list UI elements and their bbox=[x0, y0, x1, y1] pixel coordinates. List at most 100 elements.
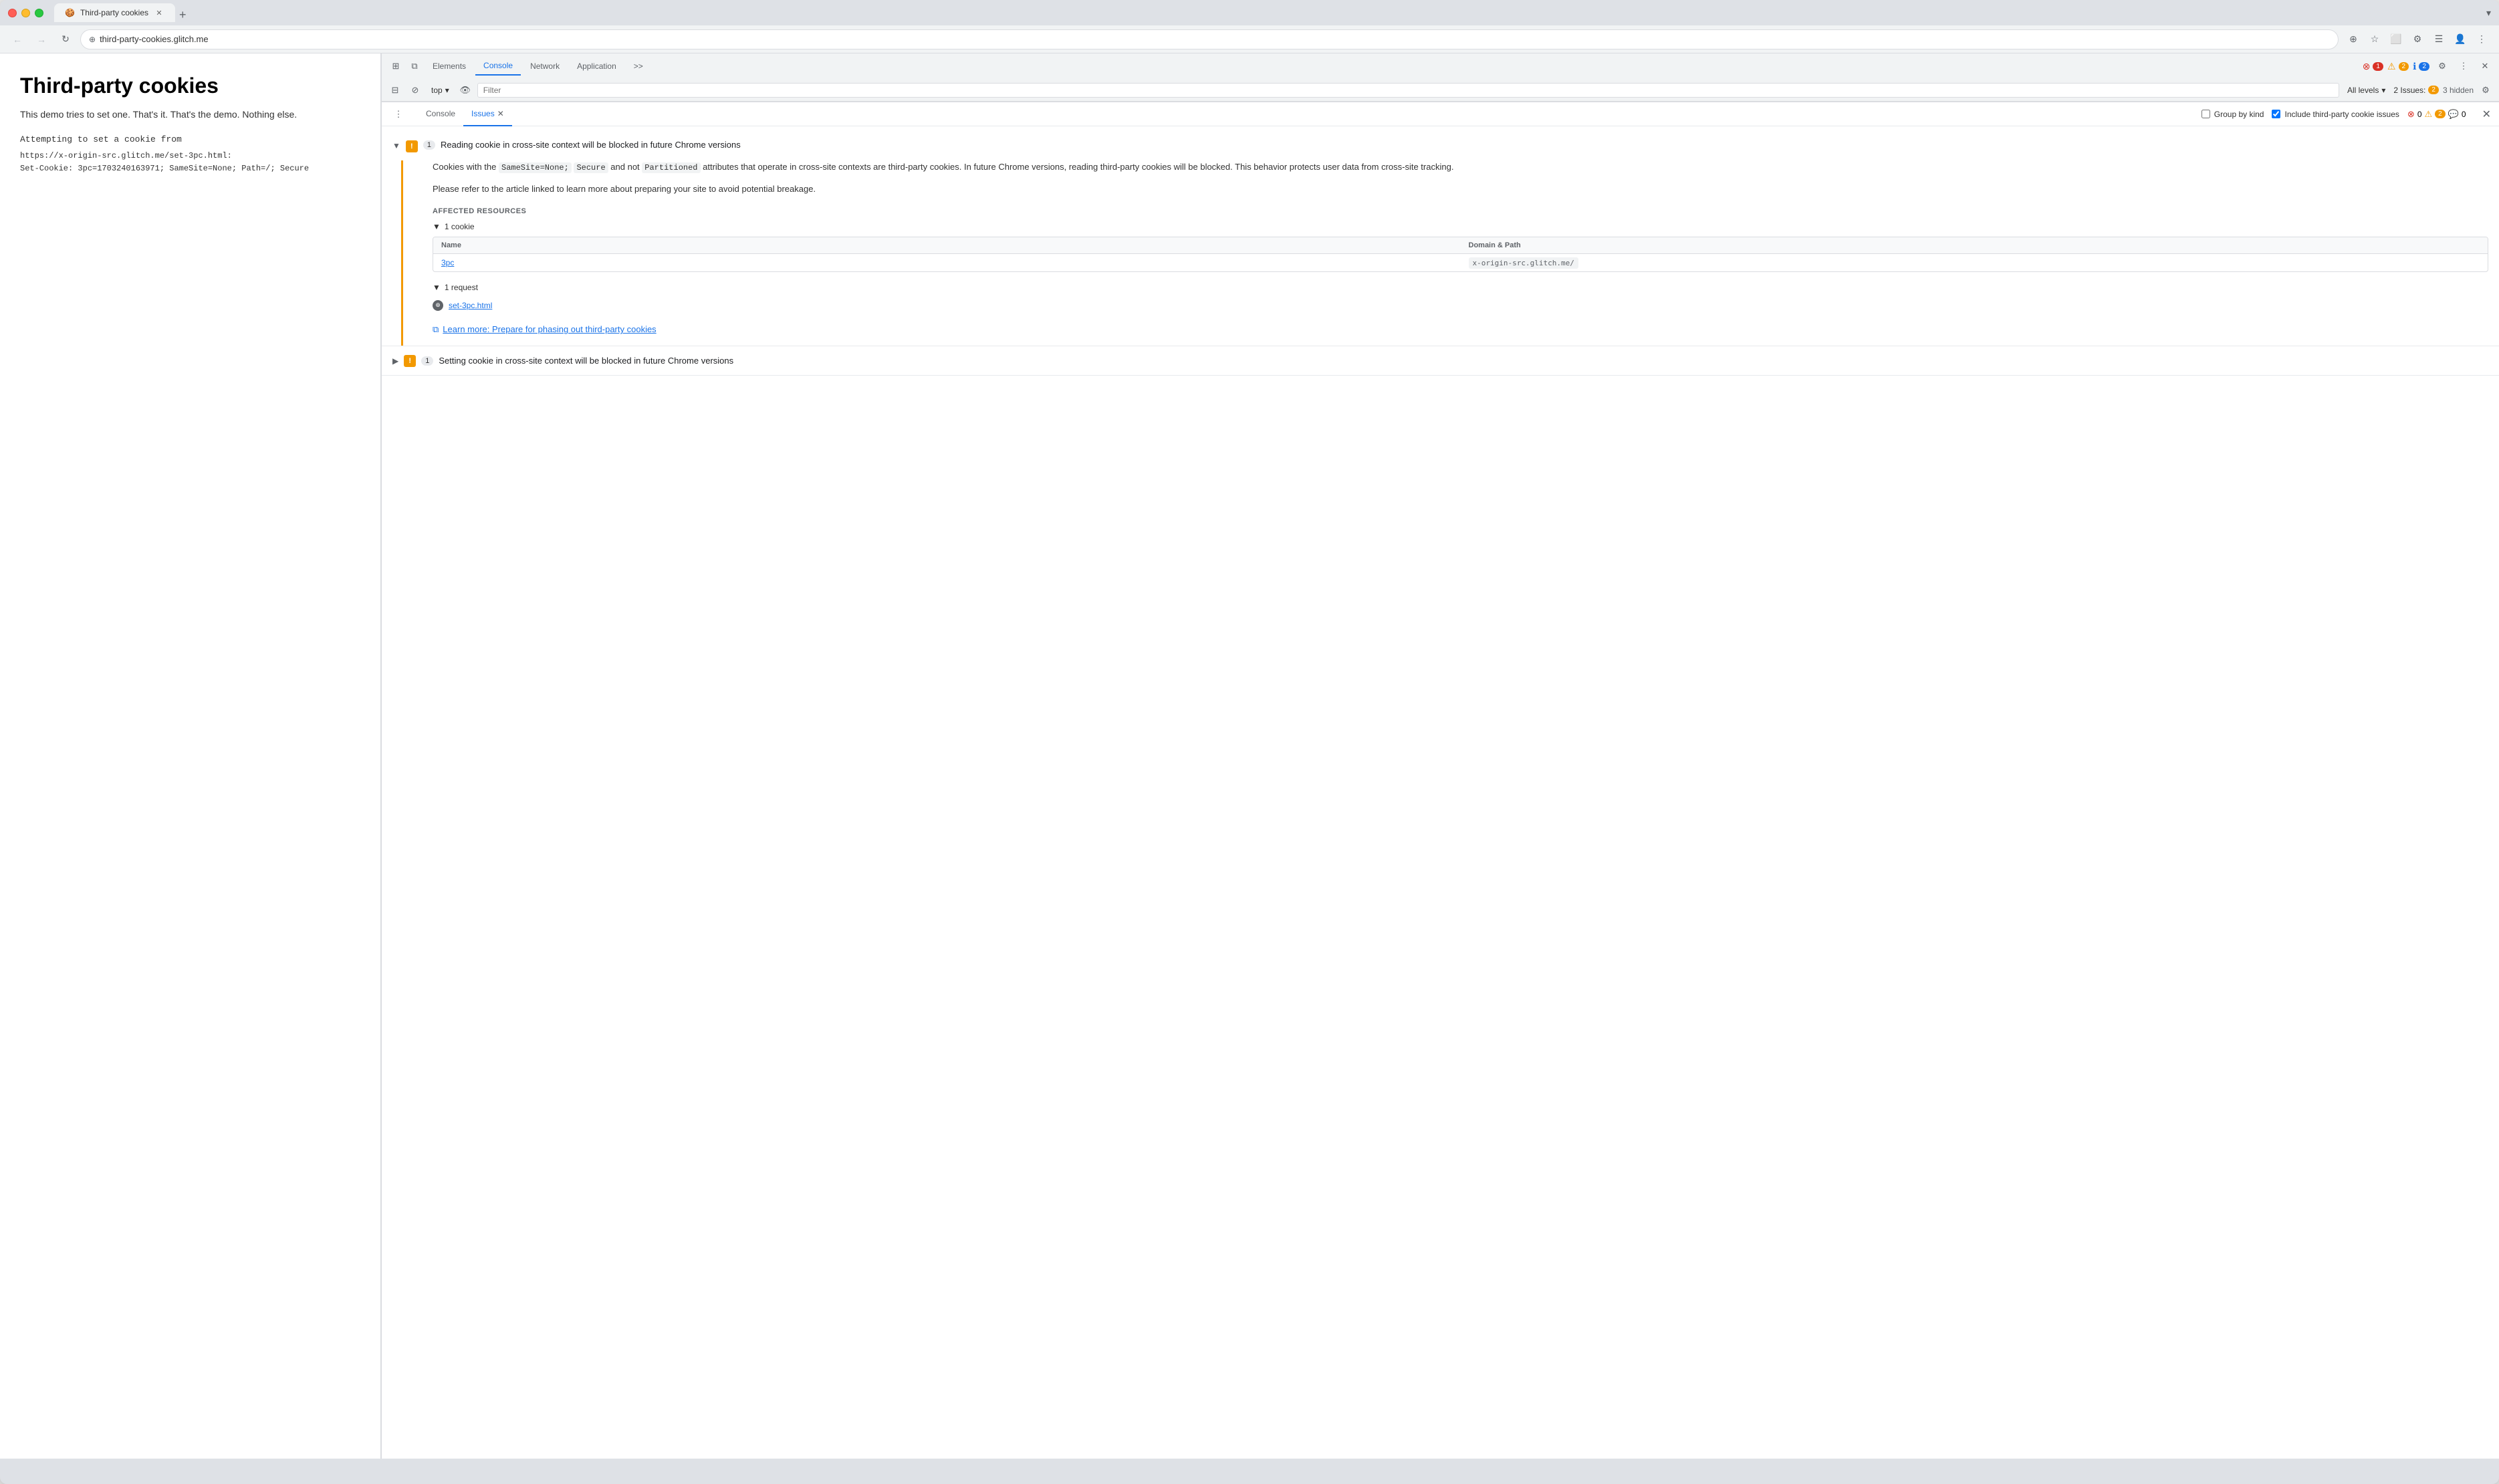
bookmark-button[interactable]: ☆ bbox=[2365, 30, 2384, 49]
request-toggle[interactable]: ▼ 1 request bbox=[433, 283, 2488, 292]
devtools-device-icon[interactable]: ⧉ bbox=[406, 57, 423, 75]
levels-label: All levels bbox=[2347, 86, 2379, 95]
issue-header-1[interactable]: ▼ ! 1 Reading cookie in cross-site conte… bbox=[382, 132, 2499, 160]
devtools-close-button[interactable]: ✕ bbox=[2476, 57, 2494, 75]
close-traffic-light[interactable] bbox=[8, 9, 17, 17]
address-bar[interactable]: ⊕ third-party-cookies.glitch.me bbox=[80, 29, 2339, 49]
console-toolbar: ⊟ ⊘ top ▾ 👁 All levels ▾ 2 Issues: 2 bbox=[382, 79, 2499, 102]
security-icon: ⊕ bbox=[89, 35, 96, 44]
group-by-kind-checkbox[interactable] bbox=[2202, 110, 2210, 118]
browser-tab[interactable]: 🍪 Third-party cookies ✕ bbox=[54, 3, 175, 22]
issue-title-1: Reading cookie in cross-site context wil… bbox=[441, 140, 2488, 150]
issue-count-2: 1 bbox=[421, 356, 433, 366]
context-selector[interactable]: top ▾ bbox=[427, 84, 453, 96]
screenshot-button[interactable]: ⬜ bbox=[2387, 30, 2405, 49]
tab-network[interactable]: Network bbox=[522, 57, 568, 75]
window-minimize-icon: ▾ bbox=[2486, 7, 2491, 19]
request-icon: ⊕ bbox=[433, 300, 443, 311]
forward-button[interactable]: → bbox=[32, 30, 51, 49]
toolbar-warn-badge: 2 bbox=[2428, 86, 2439, 94]
tab-application[interactable]: Application bbox=[569, 57, 624, 75]
issues-tab-close[interactable]: ✕ bbox=[497, 109, 504, 118]
cookie-toggle-icon: ▼ bbox=[433, 222, 441, 231]
profile-button[interactable]: 👤 bbox=[2451, 30, 2470, 49]
issues-content: ▼ ! 1 Reading cookie in cross-site conte… bbox=[382, 126, 2499, 1459]
settings-button[interactable]: ⚙ bbox=[2433, 57, 2451, 75]
clear-console[interactable]: ⊘ bbox=[407, 82, 423, 98]
eye-icon[interactable]: 👁 bbox=[457, 82, 473, 98]
webpage-content: Third-party cookies This demo tries to s… bbox=[0, 53, 381, 1459]
hidden-count: 3 hidden bbox=[2443, 86, 2474, 95]
error-count: 1 bbox=[2373, 62, 2383, 71]
include-third-party-checkbox[interactable] bbox=[2272, 110, 2280, 118]
code-secure: Secure bbox=[574, 162, 608, 173]
learn-more-anchor[interactable]: Learn more: Prepare for phasing out thir… bbox=[443, 324, 656, 334]
extension2-button[interactable]: ☰ bbox=[2429, 30, 2448, 49]
filter-input[interactable] bbox=[477, 83, 2339, 98]
request-resource-section: ▼ 1 request ⊕ set-3pc.html bbox=[433, 283, 2488, 314]
issues-tab[interactable]: Issues ✕ bbox=[463, 102, 512, 126]
menu-button[interactable]: ⋮ bbox=[2472, 30, 2491, 49]
request-toggle-icon: ▼ bbox=[433, 283, 441, 292]
issues-controls: Group by kind Include third-party cookie… bbox=[2202, 109, 2466, 120]
issue-count-1: 1 bbox=[423, 140, 435, 150]
levels-selector[interactable]: All levels ▾ bbox=[2343, 84, 2389, 96]
issues-count-display: 2 Issues: 2 bbox=[2393, 86, 2439, 95]
reload-button[interactable]: ↻ bbox=[56, 30, 75, 49]
devtools-tab-bar: ⊞ ⧉ Elements Console Network Application… bbox=[382, 53, 2499, 79]
devtools-inspect-icon[interactable]: ⊞ bbox=[387, 57, 404, 75]
cookie-row: 3pc x-origin-src.glitch.me/ bbox=[433, 254, 2488, 271]
tab-more[interactable]: >> bbox=[626, 57, 651, 75]
devtools-more-button[interactable]: ⋮ bbox=[2455, 57, 2472, 75]
col-domain-header: Domain & Path bbox=[1461, 237, 2488, 253]
log-url: https://x-origin-src.glitch.me/set-3pc.h… bbox=[20, 150, 360, 162]
issue-header-2[interactable]: ▶ ! 1 Setting cookie in cross-site conte… bbox=[382, 346, 2499, 375]
levels-dropdown-icon: ▾ bbox=[2381, 86, 2385, 95]
tab-title: Third-party cookies bbox=[80, 8, 148, 17]
page-description: This demo tries to set one. That's it. T… bbox=[20, 109, 360, 120]
minimize-traffic-light[interactable] bbox=[21, 9, 30, 17]
zoom-button[interactable]: ⊕ bbox=[2344, 30, 2363, 49]
issue-warn-icon-2: ! bbox=[404, 355, 416, 367]
issue-group-1: ▼ ! 1 Reading cookie in cross-site conte… bbox=[382, 132, 2499, 346]
error-badge-group: ⊗ 1 bbox=[2363, 61, 2383, 72]
request-link[interactable]: set-3pc.html bbox=[449, 301, 492, 310]
issue-description-1: Cookies with the SameSite=None; Secure a… bbox=[433, 160, 2488, 197]
back-button[interactable]: ← bbox=[8, 30, 27, 49]
issues-badge-group: ⊗ 0 ⚠ 2 💬 0 bbox=[2407, 109, 2466, 120]
info-count: 2 bbox=[2419, 62, 2429, 71]
issue-warn-icon: ! bbox=[406, 140, 418, 152]
code-samesite: SameSite=None; bbox=[499, 162, 572, 173]
cookie-name-link[interactable]: 3pc bbox=[441, 258, 454, 267]
issues-panel-close[interactable]: ✕ bbox=[2482, 108, 2491, 121]
warn-badge-group: ⚠ 2 bbox=[2387, 61, 2409, 72]
tab-elements[interactable]: Elements bbox=[425, 57, 474, 75]
tab-favicon: 🍪 bbox=[65, 8, 75, 17]
top-label: top bbox=[431, 86, 443, 95]
maximize-traffic-light[interactable] bbox=[35, 9, 43, 17]
issues-panel-menu[interactable]: ⋮ bbox=[390, 106, 407, 123]
affected-resources-label: AFFECTED RESOURCES bbox=[433, 207, 2488, 215]
page-heading: Third-party cookies bbox=[20, 74, 360, 98]
warn-count: 2 bbox=[2399, 62, 2409, 71]
issue-body-1: Cookies with the SameSite=None; Secure a… bbox=[401, 160, 2499, 346]
console-tab[interactable]: Console bbox=[418, 102, 463, 126]
issue-expand-icon-2: ▶ bbox=[392, 356, 398, 366]
group-by-kind-label[interactable]: Group by kind bbox=[2202, 110, 2264, 119]
code-partitioned: Partitioned bbox=[642, 162, 700, 173]
new-tab-button[interactable]: + bbox=[175, 8, 191, 22]
sidebar-toggle[interactable]: ⊟ bbox=[387, 82, 403, 98]
include-third-party-label[interactable]: Include third-party cookie issues bbox=[2272, 110, 2399, 119]
devtools-panel: ⊞ ⧉ Elements Console Network Application… bbox=[381, 53, 2499, 1459]
cookie-domain-value: x-origin-src.glitch.me/ bbox=[1469, 257, 1578, 269]
cookie-resource-section: ▼ 1 cookie Name Domain & Path bbox=[433, 222, 2488, 272]
toolbar-settings[interactable]: ⚙ bbox=[2478, 82, 2494, 98]
tab-console[interactable]: Console bbox=[475, 57, 521, 76]
learn-more-link: ⧉ Learn more: Prepare for phasing out th… bbox=[433, 324, 2488, 335]
request-row: ⊕ set-3pc.html bbox=[433, 297, 2488, 314]
cookie-toggle[interactable]: ▼ 1 cookie bbox=[433, 222, 2488, 231]
navigation-bar: ← → ↻ ⊕ third-party-cookies.glitch.me ⊕ … bbox=[0, 25, 2499, 53]
extension1-button[interactable]: ⚙ bbox=[2408, 30, 2427, 49]
log-label: Attempting to set a cookie from bbox=[20, 133, 360, 147]
tab-close-button[interactable]: ✕ bbox=[154, 7, 164, 18]
